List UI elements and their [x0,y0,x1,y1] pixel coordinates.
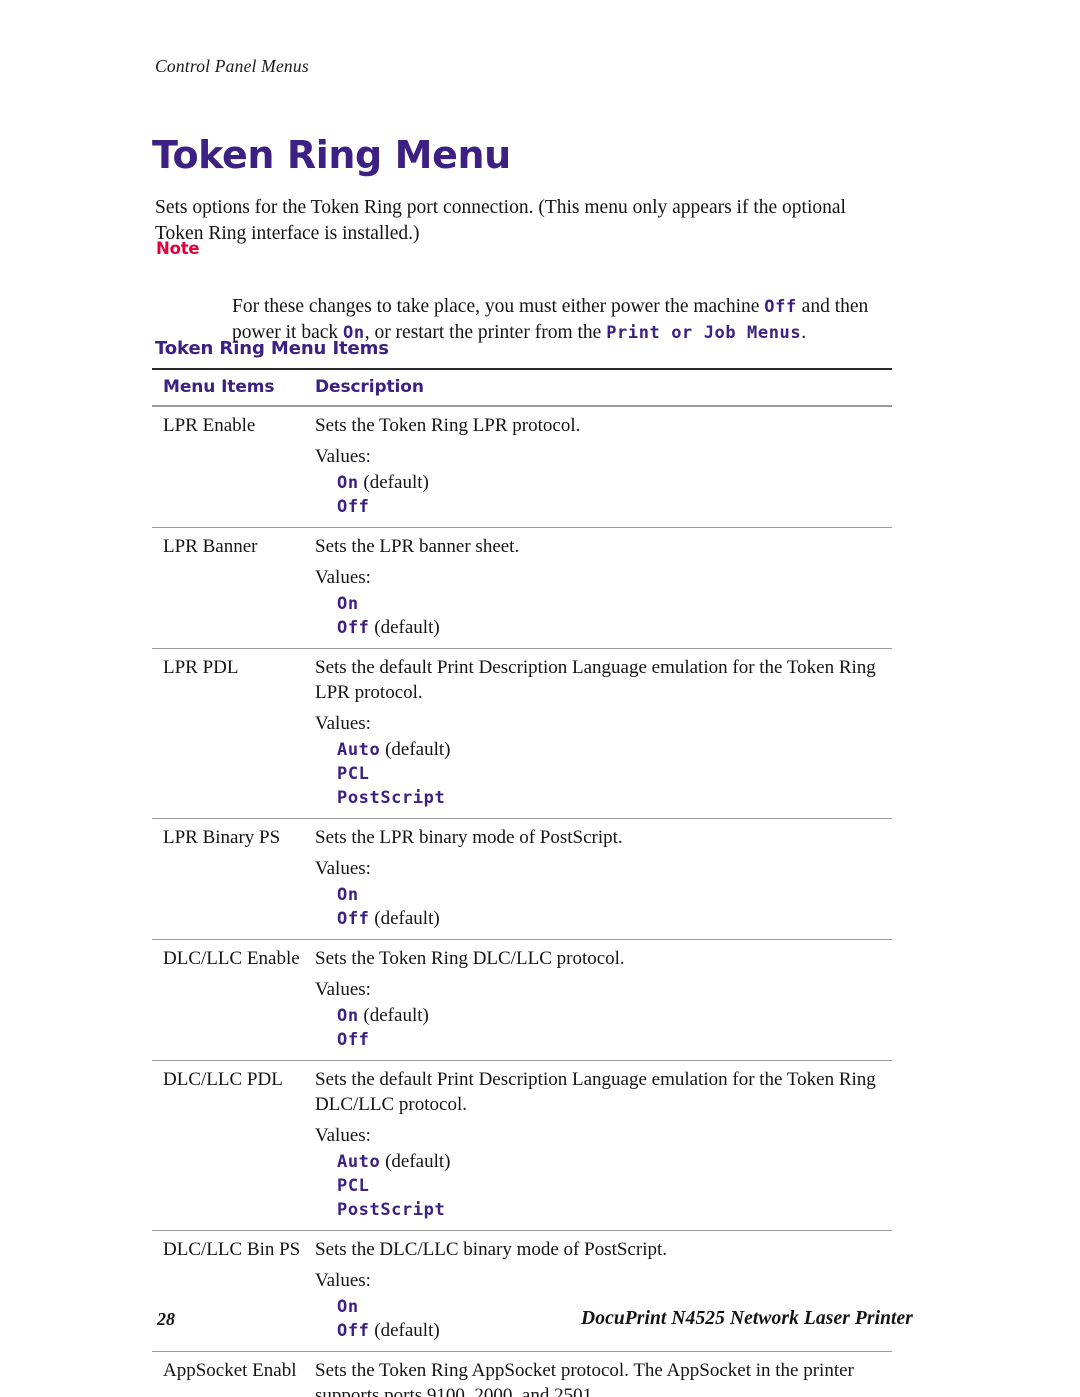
values-list: On Off (default) [315,883,892,931]
table-row: LPR Enable Sets the Token Ring LPR protoc… [152,407,892,527]
menu-item-description: Sets the LPR banner sheet. [315,536,520,557]
menu-item-name: DLC/LLC Bin PS [163,1239,301,1260]
value-code: PostScript [337,788,446,808]
menu-item-description: Sets the LPR binary mode of PostScript. [315,827,623,848]
note-code-print-or-job-menus: Print or Job Menus [606,322,802,343]
note-label: Note [156,239,200,258]
value-option: PostScript [337,786,892,810]
values-label: Values: [315,446,371,467]
menu-item-description: Sets the Token Ring AppSocket protocol. … [315,1360,854,1397]
table-row: DLC/LLC Bin PS Sets the DLC/LLC binary mo… [152,1231,892,1351]
menu-item-name: LPR PDL [163,657,239,678]
values-label: Values: [315,713,371,734]
menu-item-name: LPR Enable [163,415,256,436]
values-label: Values: [315,858,371,879]
values-list: On (default) Off [315,471,892,519]
table-caption: Token Ring Menu Items [155,338,389,359]
note-text-part-3: , or restart the printer from the [364,321,607,343]
menu-item-description: Sets the Token Ring DLC/LLC protocol. [315,948,625,969]
value-option: Off (default) [337,907,892,931]
footer-page-number: 28 [157,1309,175,1329]
menu-item-description-cell: Sets the Token Ring DLC/LLC protocol. Val… [310,946,892,1052]
value-code: On [337,885,359,905]
values-label: Values: [315,1270,371,1291]
menu-item-description: Sets the Token Ring LPR protocol. [315,415,581,436]
table-row: LPR Banner Sets the LPR banner sheet. Valu… [152,528,892,648]
table-row: AppSocket Enabl Sets the Token Ring AppSo… [152,1352,892,1397]
footer-document-title: DocuPrint N4525 Network Laser Printer [581,1308,913,1329]
document-page: Control Panel Menus Token Ring Menu Sets… [0,0,1080,1397]
value-option: Off [337,1028,892,1052]
values-label: Values: [315,567,371,588]
value-option: Off (default) [337,616,892,640]
menu-item-description-cell: Sets the LPR binary mode of PostScript. V… [310,825,892,931]
value-option: On [337,883,892,907]
note-text-part-4: . [801,321,807,343]
value-code: PostScript [337,1200,446,1220]
table-row: DLC/LLC PDL Sets the default Print Descri… [152,1061,892,1230]
value-code: On [337,1006,359,1026]
default-marker: (default) [369,1320,440,1341]
value-code: Off [337,909,370,929]
value-code: PCL [337,1176,370,1196]
table-body: LPR Enable Sets the Token Ring LPR protoc… [152,407,892,1397]
column-header-description: Description [315,377,424,397]
value-code: Off [337,1030,370,1050]
value-option: PostScript [337,1198,892,1222]
note-text-part-1: For these changes to take place, you mus… [232,295,765,317]
values-label: Values: [315,979,371,1000]
menu-item-description-cell: Sets the Token Ring AppSocket protocol. … [310,1358,892,1397]
value-option: Auto (default) [337,1150,892,1174]
values-list: On Off (default) [315,592,892,640]
value-option: Auto (default) [337,738,892,762]
value-code: PCL [337,764,370,784]
values-label: Values: [315,1125,371,1146]
default-marker: (default) [380,739,451,760]
note-code-off: Off [764,296,797,317]
default-marker: (default) [380,1151,451,1172]
table-header-row: Menu Items Description [152,370,892,405]
default-marker: (default) [369,617,440,638]
value-code: Auto [337,740,381,760]
menu-item-description-cell: Sets the default Print Description Langu… [310,655,892,810]
default-marker: (default) [369,908,440,929]
value-code: On [337,594,359,614]
menu-item-name: LPR Banner [163,536,258,557]
menu-item-name: LPR Binary PS [163,827,281,848]
running-header: Control Panel Menus [155,56,309,76]
menu-item-description-cell: Sets the LPR banner sheet. Values: On Off (… [310,534,892,640]
value-option: On (default) [337,471,892,495]
menu-item-name: DLC/LLC PDL [163,1069,283,1090]
menu-item-name: AppSocket Enabl [163,1360,297,1381]
values-list: Auto (default) PCL PostScript [315,738,892,810]
table-row: DLC/LLC Enable Sets the Token Ring DLC/LL… [152,940,892,1060]
default-marker: (default) [358,472,429,493]
value-option: On (default) [337,1004,892,1028]
menu-item-name: DLC/LLC Enable [163,948,300,969]
column-header-menu-items: Menu Items [163,377,275,397]
value-code: Off [337,618,370,638]
menu-item-description: Sets the default Print Description Langu… [315,657,876,703]
intro-paragraph: Sets options for the Token Ring port con… [155,196,846,244]
value-option: PCL [337,1174,892,1198]
menu-items-table: Menu Items Description LPR Enable Sets th… [152,368,892,1397]
value-option: On [337,592,892,616]
values-list: Auto (default) PCL PostScript [315,1150,892,1222]
table-row: LPR PDL Sets the default Print Descriptio… [152,649,892,818]
menu-item-description: Sets the DLC/LLC binary mode of PostScri… [315,1239,668,1260]
value-code: Off [337,1321,370,1341]
values-list: On (default) Off [315,1004,892,1052]
value-option: Off [337,495,892,519]
menu-item-description: Sets the default Print Description Langu… [315,1069,876,1115]
value-code: On [337,473,359,493]
table-row: LPR Binary PS Sets the LPR binary mode of… [152,819,892,939]
value-code: On [337,1297,359,1317]
default-marker: (default) [358,1005,429,1026]
value-option: PCL [337,762,892,786]
value-code: Auto [337,1152,381,1172]
value-code: Off [337,497,370,517]
page-title: Token Ring Menu [152,133,511,178]
menu-item-description-cell: Sets the default Print Description Langu… [310,1067,892,1222]
menu-item-description-cell: Sets the Token Ring LPR protocol. Values:… [310,413,892,519]
